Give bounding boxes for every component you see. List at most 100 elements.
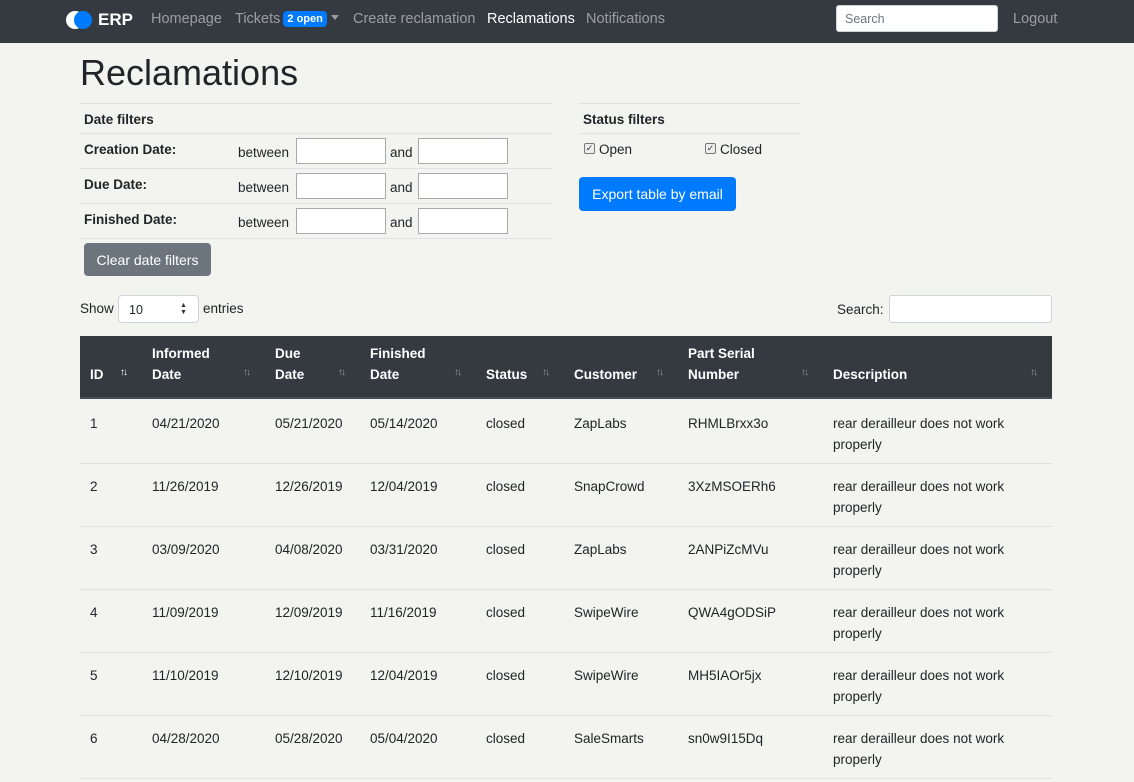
export-table-by-email-button[interactable]: Export table by email [579,177,736,211]
col-header-due-date[interactable]: Due Date [275,343,304,385]
erp-logo-icon [66,10,94,30]
closed-label: Closed [720,142,763,157]
sort-icon: ↑↓ [243,367,251,378]
divider [579,103,801,104]
cell-finished-date: 05/04/2020 [370,731,438,746]
table-row[interactable]: 3 03/09/2020 04/08/2020 03/31/2020 close… [80,527,1052,590]
sort-icon: ↑↓ [656,367,664,378]
nav-homepage[interactable]: Homepage [151,11,222,27]
open-label: Open [599,142,633,157]
navbar: ERP Homepage Tickets 2 open Create reclam… [0,0,1134,43]
divider [579,133,801,134]
table-search-input[interactable] [889,295,1052,323]
due-date-to-input[interactable] [418,173,508,199]
creation-date-from-input[interactable] [296,138,386,164]
cell-status: closed [486,668,526,683]
cell-finished-date: 11/16/2019 [370,605,437,620]
brand[interactable]: ERP [66,9,133,31]
clear-date-filters-button[interactable]: Clear date filters [84,243,211,276]
finished-date-from-input[interactable] [296,208,386,234]
cell-customer: ZapLabs [574,542,627,557]
sort-icon: ↑↓ [338,367,346,378]
cell-informed-date: 04/28/2020 [152,731,220,746]
chevron-down-icon [330,15,339,20]
col-header-customer[interactable]: Customer [574,364,637,385]
sort-icon: ↑↓ [1030,367,1038,378]
cell-due-date: 12/10/2019 [275,668,343,683]
col-header-status[interactable]: Status [486,364,527,385]
cell-customer: SwipeWire [574,605,639,620]
cell-due-date: 12/09/2019 [275,605,343,620]
cell-part-serial: RHMLBrxx3o [688,416,769,431]
creation-date-label: Creation Date: [84,142,177,157]
cell-informed-date: 11/09/2019 [152,605,219,620]
table-header: ID ↑↓ Informed Date ↑↓ Due Date ↑↓ Finishe… [80,336,1052,399]
cell-due-date: 12/26/2019 [275,479,343,494]
cell-informed-date: 11/10/2019 [152,668,219,683]
cell-part-serial: sn0w9I15Dq [688,731,764,746]
cell-id: 5 [90,668,98,683]
due-date-from-input[interactable] [296,173,386,199]
col-header-description[interactable]: Description [833,364,907,385]
finished-date-label: Finished Date: [84,212,178,227]
col-header-informed-date[interactable]: Informed Date [152,343,210,385]
navbar-search-input[interactable] [836,5,998,32]
nav-reclamations[interactable]: Reclamations [487,11,575,27]
cell-finished-date: 03/31/2020 [370,542,438,557]
table-row[interactable]: 4 11/09/2019 12/09/2019 11/16/2019 close… [80,590,1052,653]
brand-name: ERP [98,10,133,29]
and-label: and [390,180,413,195]
finished-date-to-input[interactable] [418,208,508,234]
open-checkbox[interactable]: ✓ [584,143,595,154]
nav-create-reclamation[interactable]: Create reclamation [353,11,476,27]
table-row[interactable]: 6 04/28/2020 05/28/2020 05/04/2020 close… [80,716,1052,779]
cell-description: rear derailleur does not work properly [833,605,1005,641]
and-label: and [390,215,413,230]
sort-icon: ↑↓ [542,367,550,378]
cell-id: 2 [90,479,98,494]
cell-description: rear derailleur does not work properly [833,416,1005,452]
cell-description: rear derailleur does not work properly [833,668,1005,704]
table-body: 1 04/21/2020 05/21/2020 05/14/2020 close… [80,401,1052,779]
cell-id: 4 [90,605,98,620]
between-label: between [238,145,290,160]
cell-part-serial: QWA4gODSiP [688,605,777,620]
entries-per-page-select[interactable]: 10 ▲ ▼ [118,295,199,323]
nav-notifications[interactable]: Notifications [586,11,665,27]
cell-customer: SaleSmarts [574,731,644,746]
and-label: and [390,145,413,160]
divider [80,103,552,104]
cell-status: closed [486,479,526,494]
cell-due-date: 04/08/2020 [275,542,343,557]
cell-id: 6 [90,731,98,746]
entries-select-value: 10 [129,303,143,317]
creation-date-to-input[interactable] [418,138,508,164]
divider [80,168,552,169]
cell-description: rear derailleur does not work properly [833,479,1005,515]
nav-tickets-dropdown[interactable]: Tickets 2 open [235,11,339,28]
col-header-part-serial-number[interactable]: Part Serial Number [688,343,755,385]
cell-customer: SnapCrowd [574,479,645,494]
col-header-id[interactable]: ID [90,364,104,385]
date-filters-heading: Date filters [84,112,154,127]
cell-finished-date: 12/04/2019 [370,668,438,683]
show-label: Show [80,301,114,316]
page-title: Reclamations [80,52,299,93]
cell-informed-date: 04/21/2020 [152,416,220,431]
table-row[interactable]: 5 11/10/2019 12/10/2019 12/04/2019 close… [80,653,1052,716]
cell-description: rear derailleur does not work properly [833,542,1005,578]
logout-link[interactable]: Logout [1013,11,1057,27]
cell-due-date: 05/21/2020 [275,416,343,431]
cell-finished-date: 05/14/2020 [370,416,438,431]
cell-informed-date: 11/26/2019 [152,479,219,494]
between-label: between [238,215,290,230]
col-header-finished-date[interactable]: Finished Date [370,343,426,385]
table-row[interactable]: 1 04/21/2020 05/21/2020 05/14/2020 close… [80,401,1052,464]
between-label: between [238,180,290,195]
entries-label: entries [203,301,244,316]
closed-checkbox[interactable]: ✓ [705,143,716,154]
sort-asc-icon: ↑↓ [120,367,128,378]
divider [80,133,552,134]
table-row[interactable]: 2 11/26/2019 12/26/2019 12/04/2019 close… [80,464,1052,527]
nav-tickets-label: Tickets [235,11,281,27]
